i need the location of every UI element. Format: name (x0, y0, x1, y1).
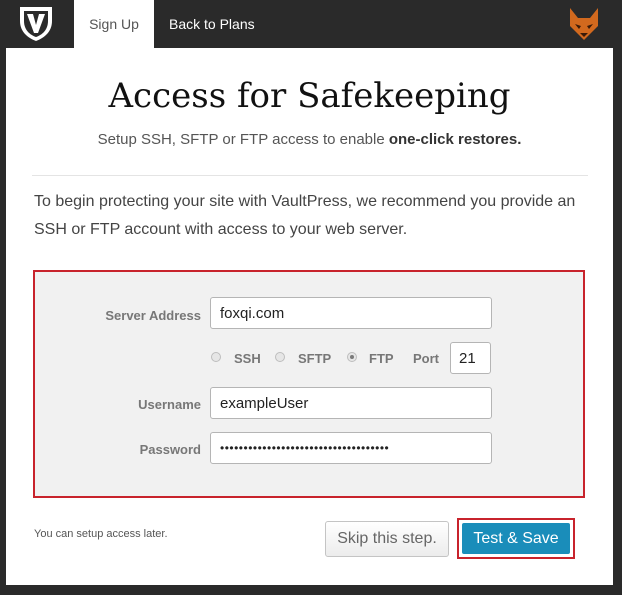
server-address-input[interactable] (210, 297, 492, 329)
signup-panel: Access for Safekeeping Setup SSH, SFTP o… (6, 48, 613, 585)
setup-later-note: You can setup access later. (34, 528, 168, 540)
port-label: Port (413, 351, 439, 366)
server-address-label: Server Address (105, 308, 201, 323)
subtitle-text: Setup SSH, SFTP or FTP access to enable (97, 131, 389, 148)
ssh-radio[interactable] (211, 352, 221, 362)
intro-text: To begin protecting your site with Vault… (34, 193, 576, 238)
tab-sign-up[interactable]: Sign Up (74, 0, 154, 48)
sftp-radio[interactable] (275, 352, 285, 362)
page-title: Access for Safekeeping (108, 76, 511, 116)
password-input[interactable] (210, 432, 492, 464)
subtitle-emphasis: one-click restores. (388, 131, 522, 148)
fox-avatar-icon[interactable] (568, 6, 600, 42)
ssh-radio-label: SSH (234, 351, 261, 366)
username-label: Username (138, 397, 201, 412)
ftp-radio-label: FTP (369, 351, 394, 366)
vaultpress-logo-icon[interactable] (16, 3, 56, 43)
username-input[interactable] (210, 387, 492, 419)
skip-step-button[interactable]: Skip this step. (325, 521, 449, 557)
page-subtitle: Setup SSH, SFTP or FTP access to enable … (6, 131, 613, 148)
ftp-radio[interactable] (347, 352, 357, 362)
test-save-button[interactable]: Test & Save (462, 523, 570, 554)
test-save-highlight: Test & Save (457, 518, 575, 559)
back-to-plans-link[interactable]: Back to Plans (169, 0, 255, 48)
access-form: Server Address SSH SFTP FTP Port Usernam… (33, 270, 585, 498)
divider (32, 175, 588, 176)
password-label: Password (139, 442, 201, 457)
port-input[interactable] (450, 342, 491, 374)
sftp-radio-label: SFTP (298, 351, 332, 366)
top-navigation-bar: Sign Up Back to Plans (0, 0, 622, 48)
